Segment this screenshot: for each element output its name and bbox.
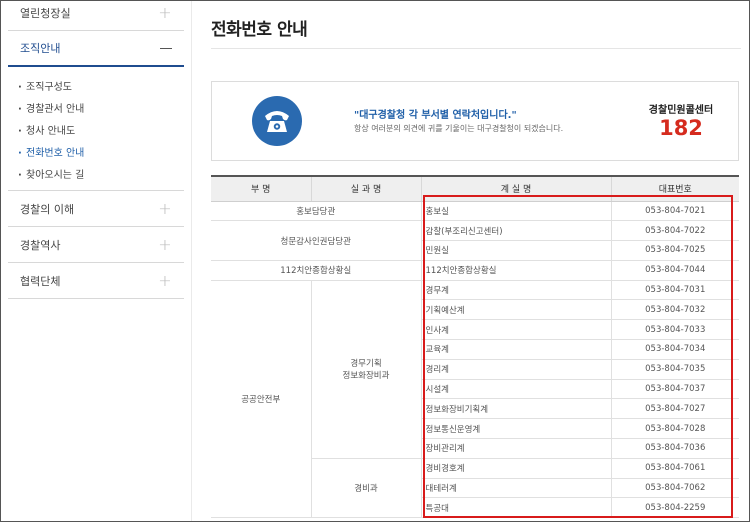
office-cell: 정보통신운영계 (420, 418, 611, 440)
sidebar-item-label: 경찰의 이해 (20, 202, 75, 216)
phone-cell: 053-804-2259 (610, 497, 739, 519)
submenu-item-directions[interactable]: 찾아오시는 길 (8, 165, 184, 187)
phone-cell: 053-804-7061 (610, 458, 739, 479)
division-cell: 경비과 (310, 458, 421, 519)
page-frame: 열린청장실 + 조직안내 조직구성도 경찰관서 안내 청사 안내도 전화번호 안… (0, 0, 750, 522)
submenu-item-building-guide[interactable]: 청사 안내도 (8, 121, 184, 143)
sidebar-item-label: 협력단체 (20, 274, 61, 288)
column-divider (191, 1, 192, 521)
office-cell: 특공대 (420, 497, 611, 519)
department-cell: 공공안전부 (211, 280, 311, 519)
phone-cell: 053-804-7035 (610, 359, 739, 380)
main-content: 전화번호 안내 "대구경찰청 각 부서별 연락처입니다." 항상 여러분의 의견… (211, 1, 741, 521)
phone-cell: 053-804-7036 (610, 438, 739, 459)
phone-cell: 053-804-7032 (610, 299, 739, 321)
plus-icon[interactable]: + (158, 272, 172, 289)
phone-cell: 053-804-7037 (610, 379, 739, 400)
submenu-item-stations[interactable]: 경찰관서 안내 (8, 99, 184, 121)
phone-cell: 053-804-7044 (610, 260, 739, 281)
office-cell: 홍보실 (420, 201, 611, 222)
office-cell: 경비경호계 (420, 458, 611, 479)
phone-cell: 053-804-7021 (610, 201, 739, 222)
submenu-item-phone-directory[interactable]: 전화번호 안내 (8, 143, 184, 165)
info-quote: "대구경찰청 각 부서별 연락처입니다." (354, 110, 517, 121)
phone-cell: 053-804-7028 (610, 418, 739, 440)
call-center-label: 경찰민원콜센터 (648, 105, 714, 116)
header-office: 계 실 명 (420, 175, 611, 202)
office-cell: 교육계 (420, 339, 611, 360)
phone-cell: 053-804-7022 (610, 220, 739, 242)
info-banner: "대구경찰청 각 부서별 연락처입니다." 항상 여러분의 의견에 귀를 기울이… (211, 81, 739, 161)
sidebar-item-label: 조직안내 (20, 42, 61, 55)
phone-cell: 053-804-7031 (610, 280, 739, 301)
office-cell: 경리계 (420, 359, 611, 380)
department-cell: 홍보담당관 (211, 201, 421, 222)
office-cell: 경무계 (420, 280, 611, 301)
submenu-item-org-chart[interactable]: 조직구성도 (8, 77, 184, 99)
header-division: 실 과 명 (310, 175, 421, 202)
phone-directory-table: 부 명 실 과 명 계 실 명 대표번호 홍보담당관 홍보실 053-804-7… (211, 175, 739, 519)
sidebar-item-organization[interactable]: 조직안내 (8, 31, 184, 67)
plus-icon[interactable]: + (158, 236, 172, 253)
phone-cell: 053-804-7025 (610, 240, 739, 261)
table-header-row: 부 명 실 과 명 계 실 명 대표번호 (211, 175, 739, 202)
sidebar-submenu: 조직구성도 경찰관서 안내 청사 안내도 전화번호 안내 찾아오시는 길 (8, 73, 184, 191)
call-center-number: 182 (659, 116, 703, 140)
phone-cell: 053-804-7033 (610, 319, 739, 341)
office-cell: 기획예산계 (420, 299, 611, 321)
plus-icon[interactable]: + (158, 4, 172, 21)
sidebar-item-label: 경찰역사 (20, 238, 61, 252)
department-cell: 112치안종합상황실 (211, 260, 421, 281)
sidebar-item-police-history[interactable]: 경찰역사 + (8, 227, 184, 263)
table-row: 청문감사인권담당관 감찰(부조리신고센터) 053-804-7022 (211, 220, 739, 261)
office-cell: 감찰(부조리신고센터) (420, 220, 611, 242)
office-cell: 인사계 (420, 319, 611, 341)
phone-cell: 053-804-7034 (610, 339, 739, 360)
minus-icon[interactable] (160, 47, 172, 49)
office-cell: 정보화장비기획계 (420, 398, 611, 420)
sidebar-item-open-chief-office[interactable]: 열린청장실 + (8, 1, 184, 31)
page-title: 전화번호 안내 (211, 20, 308, 40)
table-row: 공공안전부 경무기획 정보화장비과 경무계 053-804-7031 (211, 280, 739, 519)
header-department: 부 명 (211, 175, 311, 202)
office-cell: 민원실 (420, 240, 611, 261)
info-description: 항상 여러분의 의견에 귀를 기울이는 대구경찰청이 되겠습니다. (354, 124, 564, 133)
telephone-icon (252, 96, 302, 146)
office-cell: 112치안종합상황실 (420, 260, 611, 281)
plus-icon[interactable]: + (158, 200, 172, 217)
phone-cell: 053-804-7027 (610, 398, 739, 420)
title-divider (211, 48, 741, 49)
header-phone: 대표번호 (610, 175, 739, 202)
office-cell: 장비관리계 (420, 438, 611, 459)
division-cell: 경무기획 정보화장비과 (310, 280, 421, 459)
department-cell: 청문감사인권담당관 (211, 220, 421, 261)
table-row: 112치안종합상황실 112치안종합상황실 053-804-7044 (211, 260, 739, 281)
sidebar-item-label: 열린청장실 (20, 6, 71, 20)
sidebar: 열린청장실 + 조직안내 조직구성도 경찰관서 안내 청사 안내도 전화번호 안… (1, 1, 185, 521)
office-cell: 시설계 (420, 379, 611, 400)
sidebar-item-partner-orgs[interactable]: 협력단체 + (8, 263, 184, 299)
table-row: 홍보담당관 홍보실 053-804-7021 (211, 201, 739, 222)
sidebar-item-police-understanding[interactable]: 경찰의 이해 + (8, 191, 184, 227)
phone-cell: 053-804-7062 (610, 478, 739, 499)
office-cell: 대테러계 (420, 478, 611, 499)
